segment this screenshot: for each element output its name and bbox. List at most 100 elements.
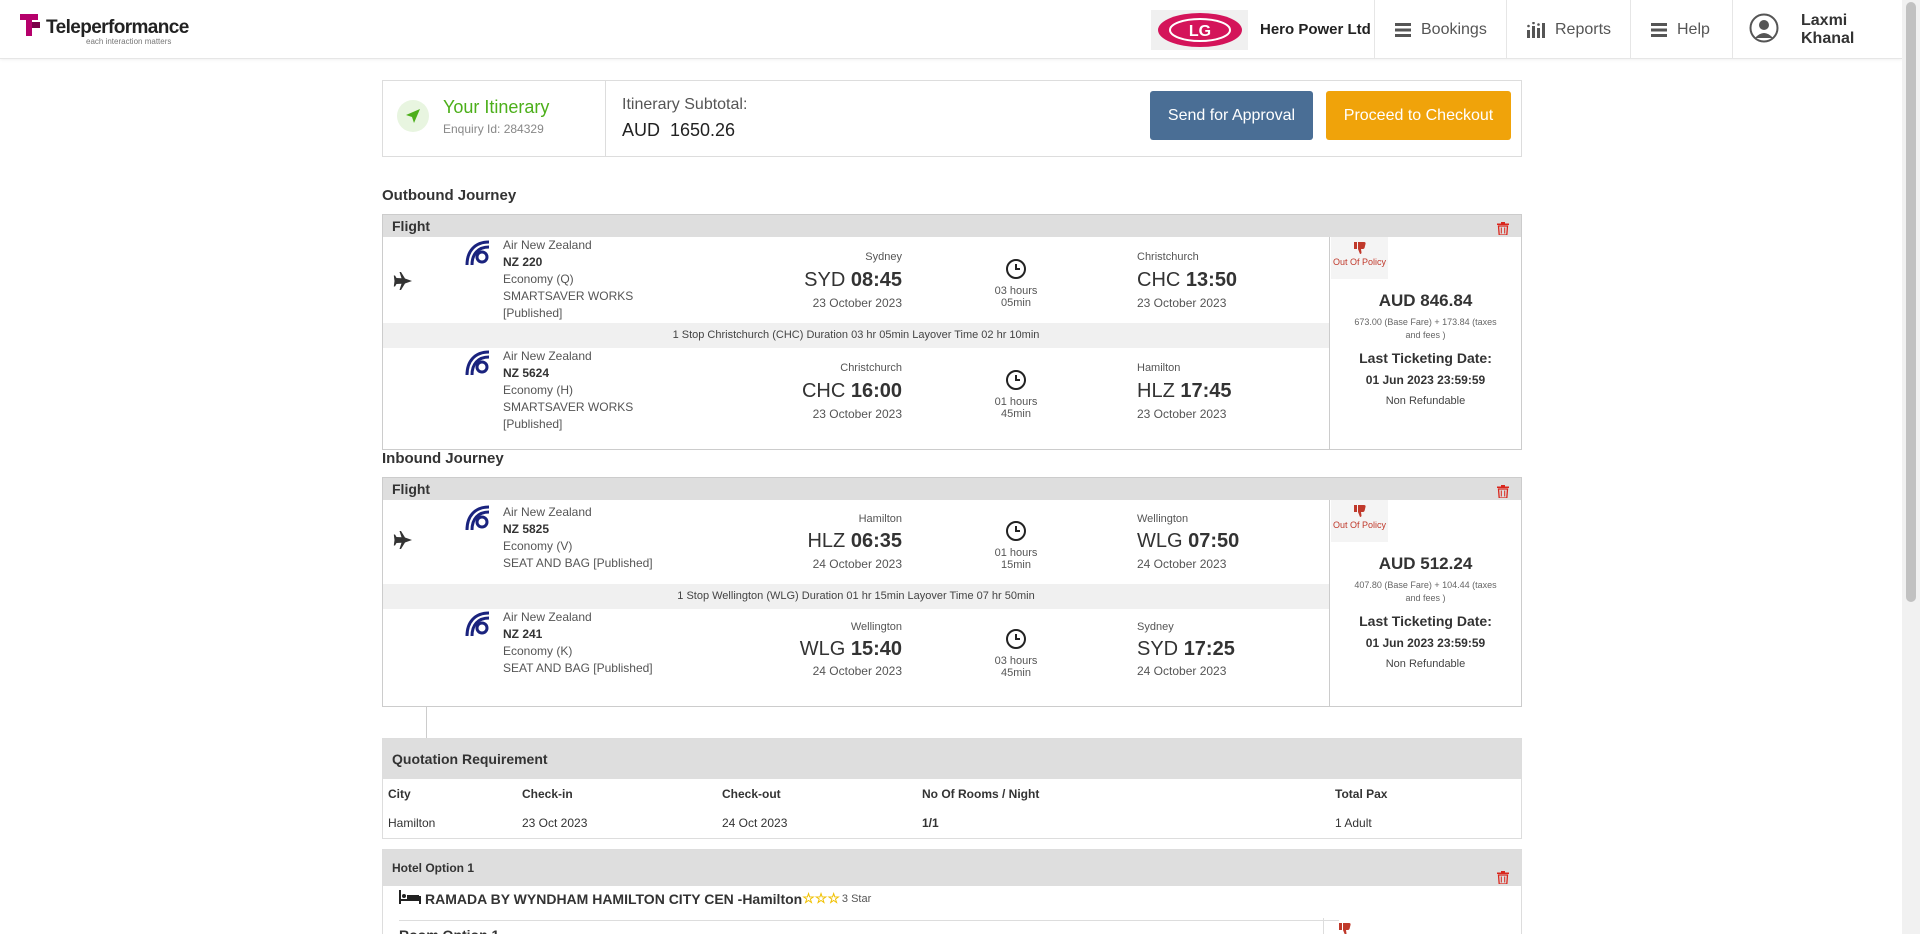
outbound-journey-title: Outbound Journey	[382, 187, 517, 204]
fare-published: [Published]	[503, 417, 563, 431]
air-new-zealand-logo-icon	[463, 610, 493, 640]
menu-icon	[1395, 22, 1411, 37]
client-logo: LG	[1151, 10, 1248, 50]
airline-name: Air New Zealand	[503, 349, 592, 363]
airline-name: Air New Zealand	[503, 610, 592, 624]
scrollbar-thumb[interactable]	[1906, 2, 1916, 602]
user-name: Laxmi Khanal	[1801, 11, 1855, 47]
cabin-class: Economy (Q)	[503, 272, 574, 286]
departure-time: WLG 15:40	[799, 638, 902, 660]
airline-name: Air New Zealand	[503, 505, 592, 519]
departure-time: HLZ 06:35	[807, 530, 902, 552]
quotation-header-rooms: No Of Rooms / Night	[922, 787, 1040, 801]
flight-number: NZ 220	[503, 255, 543, 269]
flight-duration: 03 hours 45min	[994, 655, 1038, 679]
departure-city: Wellington	[850, 621, 902, 633]
fare-breakup: 407.80 (Base Fare) + 104.44 (taxes and f…	[1354, 580, 1497, 603]
inbound-flight-block: Flight Air New Zealand NZ 5825 Economy (…	[382, 477, 1522, 707]
hotel-name[interactable]: RAMADA BY WYNDHAM HAMILTON CITY CEN -Ham…	[425, 891, 802, 907]
departure-city: Christchurch	[840, 362, 902, 374]
teleperformance-logo[interactable]: Teleperformance each interaction matters	[18, 12, 189, 48]
fare-type: SMARTSAVER WORKS	[503, 400, 634, 414]
teleperformance-mark-icon	[18, 12, 44, 40]
arrival-date: 23 October 2023	[1137, 407, 1227, 421]
air-new-zealand-logo-icon	[463, 349, 493, 379]
user-menu[interactable]: Laxmi Khanal	[1732, 0, 1902, 59]
last-ticketing-date: 01 Jun 2023 23:59:59	[1365, 373, 1486, 387]
fare-price: AUD 512.24	[1378, 554, 1473, 573]
last-ticketing-date: 01 Jun 2023 23:59:59	[1365, 636, 1486, 650]
itinerary-summary: Your Itinerary Enquiry Id: 284329 Itiner…	[382, 80, 1522, 157]
last-ticketing-label: Last Ticketing Date:	[1359, 350, 1492, 366]
star-icon: ☆	[814, 890, 828, 906]
menu-icon	[1651, 22, 1667, 37]
arrival-time: HLZ 17:45	[1137, 380, 1232, 402]
clock-icon	[1005, 628, 1027, 650]
departure-date: 24 October 2023	[812, 664, 902, 678]
itinerary-title: Your Itinerary	[443, 97, 550, 117]
arrival-date: 24 October 2023	[1137, 664, 1227, 678]
flight-number: NZ 5825	[503, 522, 550, 536]
fare-price: AUD 846.84	[1378, 291, 1473, 310]
subtotal-value: AUD 1650.26	[622, 120, 736, 140]
flight-duration: 03 hours 05min	[994, 285, 1038, 309]
delete-trash-icon[interactable]	[1497, 862, 1509, 898]
fare-breakup: 673.00 (Base Fare) + 173.84 (taxes and f…	[1354, 317, 1497, 340]
nav-bookings[interactable]: Bookings	[1374, 0, 1490, 59]
flight-duration: 01 hours 45min	[994, 396, 1038, 420]
flight-duration: 01 hours 15min	[994, 547, 1038, 571]
out-of-policy-badge[interactable]: Out Of Policy	[1331, 500, 1388, 542]
clock-icon	[1005, 369, 1027, 391]
nav-reports-label: Reports	[1555, 20, 1612, 38]
nav-help[interactable]: Help	[1630, 0, 1732, 59]
departure-date: 24 October 2023	[812, 557, 902, 571]
proceed-to-checkout-button[interactable]: Proceed to Checkout	[1326, 91, 1511, 140]
brand-name: Teleperformance	[46, 17, 189, 38]
page-scrollbar[interactable]	[1902, 0, 1920, 934]
outbound-flight-block: Flight Air New Zealand NZ 220 Economy (Q…	[382, 214, 1522, 450]
hotel-option-title: Hotel Option 1	[392, 861, 474, 875]
departure-date: 23 October 2023	[812, 296, 902, 310]
arrival-time: SYD 17:25	[1137, 638, 1235, 660]
timeline-connector	[426, 706, 427, 738]
quotation-requirement: Quotation Requirement City Check-in Chec…	[382, 738, 1522, 839]
flight-block-title: Flight	[392, 481, 431, 497]
fare-type: SMARTSAVER WORKS	[503, 289, 634, 303]
airplane-icon	[393, 271, 413, 294]
out-of-policy-label: Out Of Policy	[1332, 257, 1386, 267]
cabin-class: Economy (V)	[503, 539, 573, 553]
enquiry-id: Enquiry Id: 284329	[443, 122, 544, 136]
airline-name: Air New Zealand	[503, 238, 592, 252]
out-of-policy-badge[interactable]: Out Of Policy	[1331, 237, 1388, 279]
quotation-checkin: 23 Oct 2023	[522, 816, 588, 830]
flight-segment: Air New Zealand NZ 5825 Economy (V) SEAT…	[383, 500, 1329, 584]
bed-icon	[399, 890, 421, 907]
cabin-class: Economy (H)	[503, 383, 574, 397]
client-name: Hero Power Ltd	[1260, 21, 1371, 38]
nav-reports[interactable]: Reports	[1506, 0, 1631, 59]
thumbs-down-icon	[1331, 504, 1388, 520]
quotation-header-checkin: Check-in	[522, 787, 573, 801]
flight-number: NZ 241	[503, 627, 543, 641]
last-ticketing-label: Last Ticketing Date:	[1359, 613, 1492, 629]
flight-segment: Air New Zealand NZ 5624 Economy (H) SMAR…	[383, 348, 1329, 448]
clock-icon	[1005, 520, 1027, 542]
refund-status: Non Refundable	[1385, 658, 1466, 670]
departure-time: CHC 16:00	[801, 380, 902, 402]
out-of-policy-label: Out Of Policy	[1332, 520, 1386, 530]
itinerary-info: Your Itinerary Enquiry Id: 284329	[383, 81, 606, 156]
quotation-checkout: 24 Oct 2023	[722, 816, 788, 830]
refund-status: Non Refundable	[1385, 395, 1466, 407]
departure-date: 23 October 2023	[812, 407, 902, 421]
thumbs-down-icon	[1338, 922, 1352, 934]
arrival-city: Sydney	[1137, 621, 1174, 633]
cabin-class: Economy (K)	[503, 644, 573, 658]
air-new-zealand-logo-icon	[463, 504, 493, 534]
quotation-pax: 1 Adult	[1335, 816, 1372, 830]
send-for-approval-button[interactable]: Send for Approval	[1150, 91, 1313, 140]
flight-block-title: Flight	[392, 218, 431, 234]
arrival-date: 23 October 2023	[1137, 296, 1227, 310]
arrival-date: 24 October 2023	[1137, 557, 1227, 571]
hotel-option: Hotel Option 1 RAMADA BY WYNDHAM HAMILTO…	[382, 849, 1522, 934]
star-icon: ☆	[827, 890, 840, 906]
